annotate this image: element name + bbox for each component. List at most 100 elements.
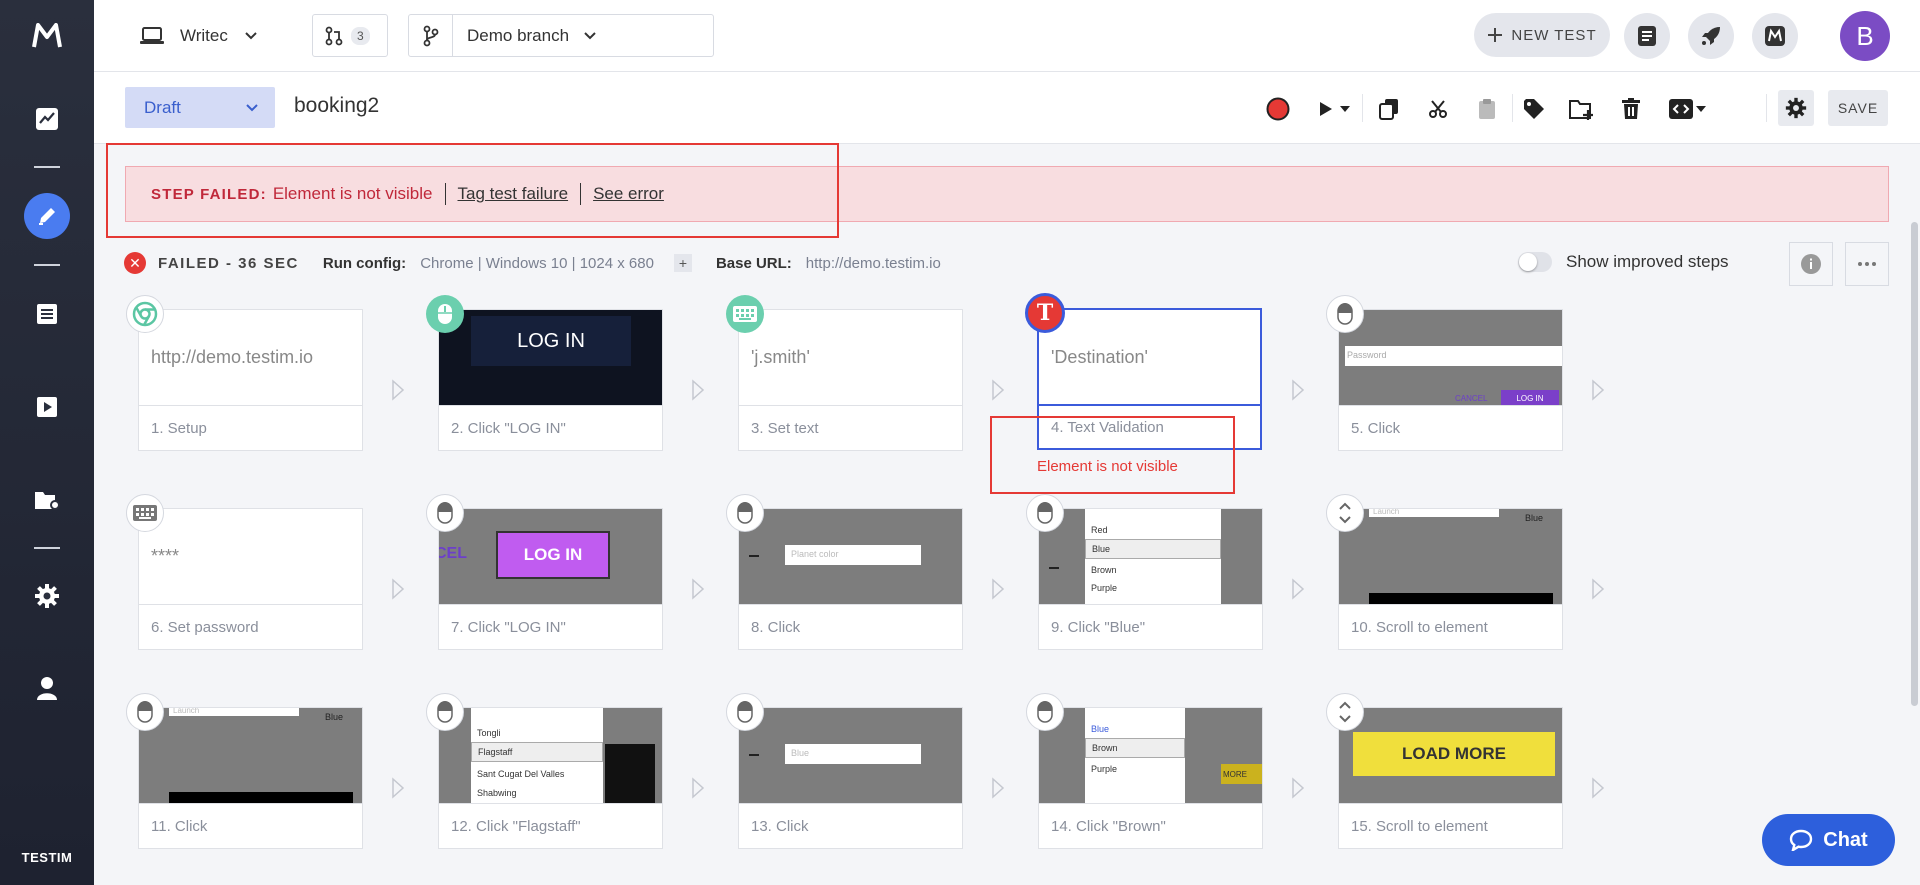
step-connector-arrow-icon xyxy=(991,777,1009,801)
thumb-option-selected: Blue xyxy=(1085,539,1221,559)
mouse-icon xyxy=(126,693,164,731)
step-card-7[interactable]: CEL LOG IN 7. Click "LOG IN" xyxy=(438,508,663,650)
dashboard-icon[interactable] xyxy=(0,99,94,139)
toggle-switch[interactable] xyxy=(1518,252,1552,272)
editor-icon[interactable] xyxy=(24,193,70,239)
step-connector-arrow-icon xyxy=(391,379,409,403)
project-selector[interactable]: Writec xyxy=(140,16,258,56)
test-name[interactable]: booking2 xyxy=(294,94,379,118)
user-icon[interactable] xyxy=(0,668,94,708)
step-card-15[interactable]: LOAD MORE 15. Scroll to element xyxy=(1338,707,1563,849)
run-config-label: Run config: xyxy=(322,254,407,272)
keyboard-icon xyxy=(126,494,164,532)
step-card-14[interactable]: Blue Brown Purple MORE 14. Click "Brown" xyxy=(1038,707,1263,849)
copy-icon[interactable] xyxy=(1376,96,1402,122)
paste-icon[interactable] xyxy=(1474,96,1500,122)
top-bar: Writec 3 Demo branch NEW TEST B xyxy=(94,0,1920,72)
thumb-blue-text: Blue xyxy=(325,712,344,722)
new-test-button[interactable]: NEW TEST xyxy=(1474,13,1610,57)
step-card-13[interactable]: Blue 13. Click xyxy=(738,707,963,849)
step-thumb: **** xyxy=(139,509,362,605)
toolbar-divider xyxy=(1362,94,1363,122)
step-card-2[interactable]: LOG IN 2. Click "LOG IN" xyxy=(438,309,663,451)
chevron-down-icon xyxy=(245,32,257,40)
thumb-more-button: MORE xyxy=(1221,764,1262,784)
step-card-3[interactable]: 'j.smith' 3. Set text xyxy=(738,309,963,451)
more-options-button[interactable] xyxy=(1845,242,1889,286)
whats-new-button[interactable] xyxy=(1688,13,1734,59)
step-thumb: Password CANCEL LOG IN xyxy=(1339,310,1562,406)
improved-steps-label: Show improved steps xyxy=(1566,252,1729,271)
step-caption: 6. Set password xyxy=(151,619,259,636)
step-connector-arrow-icon xyxy=(1291,777,1309,801)
step-connector-arrow-icon xyxy=(691,777,709,801)
status-dropdown[interactable]: Draft xyxy=(125,87,275,128)
chrome-icon xyxy=(126,295,164,333)
thumb-blue-text: Blue xyxy=(1525,513,1544,523)
step-card-5[interactable]: Password CANCEL LOG IN 5. Click xyxy=(1338,309,1563,451)
step-thumb: Planet color xyxy=(739,509,962,605)
play-icon[interactable] xyxy=(1312,96,1338,122)
step-connector-arrow-icon xyxy=(691,578,709,602)
add-config-icon[interactable]: + xyxy=(673,254,692,272)
docs-button[interactable] xyxy=(1624,13,1670,59)
runs-icon[interactable] xyxy=(0,387,94,427)
step-card-1[interactable]: http://demo.testim.io 1. Setup xyxy=(138,309,363,451)
caret-down-icon[interactable] xyxy=(1338,96,1352,122)
brand-name: TESTIM xyxy=(21,850,73,865)
step-connector-arrow-icon xyxy=(991,578,1009,602)
pull-request-icon xyxy=(325,26,343,45)
improved-steps-toggle[interactable]: Show improved steps xyxy=(1518,252,1729,272)
testim-hub-button[interactable] xyxy=(1752,13,1798,59)
scroll-icon xyxy=(1326,693,1364,731)
step-card-10[interactable]: Launch Blue 10. Scroll to element xyxy=(1338,508,1563,650)
step-thumb: http://demo.testim.io xyxy=(139,310,362,406)
step-thumb: 'j.smith' xyxy=(739,310,962,406)
chat-label: Chat xyxy=(1823,828,1868,851)
step-connector-arrow-icon xyxy=(1591,379,1609,403)
avatar[interactable]: B xyxy=(1840,11,1890,61)
pull-requests-button[interactable]: 3 xyxy=(312,14,388,57)
base-url-value[interactable]: http://demo.testim.io xyxy=(806,255,941,272)
branch-selector[interactable]: Demo branch xyxy=(408,14,714,57)
sidebar-divider xyxy=(34,166,60,168)
tag-icon[interactable] xyxy=(1521,96,1547,122)
toolbar-divider xyxy=(1512,94,1513,122)
mouse-icon xyxy=(726,494,764,532)
step-caption: 13. Click xyxy=(751,818,809,835)
gear-icon[interactable] xyxy=(0,576,94,616)
add-to-folder-icon[interactable] xyxy=(1569,96,1595,122)
folder-settings-icon[interactable] xyxy=(0,480,94,520)
record-icon[interactable] xyxy=(1265,96,1291,122)
base-url-label: Base URL: xyxy=(715,254,792,272)
delete-icon[interactable] xyxy=(1618,96,1644,122)
step-connector-arrow-icon xyxy=(391,578,409,602)
save-button[interactable]: SAVE xyxy=(1828,90,1888,126)
settings-gear-icon[interactable] xyxy=(1778,90,1814,126)
thumb-color-select: Blue xyxy=(785,744,921,764)
chat-button[interactable]: Chat xyxy=(1762,814,1895,866)
failed-icon: ✕ xyxy=(124,252,146,274)
branch-name: Demo branch xyxy=(467,25,570,45)
step-card-9[interactable]: Red Blue Brown Purple 9. Click "Blue" xyxy=(1038,508,1263,650)
thumb-option: Shabwing xyxy=(477,788,517,798)
chat-bubble-icon xyxy=(1790,829,1813,851)
thumb-login-button: LOG IN xyxy=(496,531,610,579)
cut-icon[interactable] xyxy=(1425,96,1451,122)
caret-down-icon[interactable] xyxy=(1694,96,1708,122)
info-button[interactable] xyxy=(1789,242,1833,286)
step-caption: 7. Click "LOG IN" xyxy=(451,619,566,636)
test-list-icon[interactable] xyxy=(0,294,94,334)
step-card-12[interactable]: Tongli Flagstaff Sant Cugat Del Valles S… xyxy=(438,707,663,849)
step-thumb: Tongli Flagstaff Sant Cugat Del Valles S… xyxy=(439,708,662,804)
step-card-11[interactable]: Launch Blue 11. Click xyxy=(138,707,363,849)
step-connector-arrow-icon xyxy=(1591,578,1609,602)
step-card-8[interactable]: Planet color 8. Click xyxy=(738,508,963,650)
mouse-icon xyxy=(426,693,464,731)
code-icon[interactable] xyxy=(1668,96,1694,122)
thumb-login-button: LOG IN xyxy=(1501,390,1559,405)
testim-logo[interactable] xyxy=(0,0,94,72)
thumb-cancel-text: CANCEL xyxy=(1455,394,1488,403)
scrollbar[interactable] xyxy=(1911,222,1918,706)
step-card-6[interactable]: **** 6. Set password xyxy=(138,508,363,650)
